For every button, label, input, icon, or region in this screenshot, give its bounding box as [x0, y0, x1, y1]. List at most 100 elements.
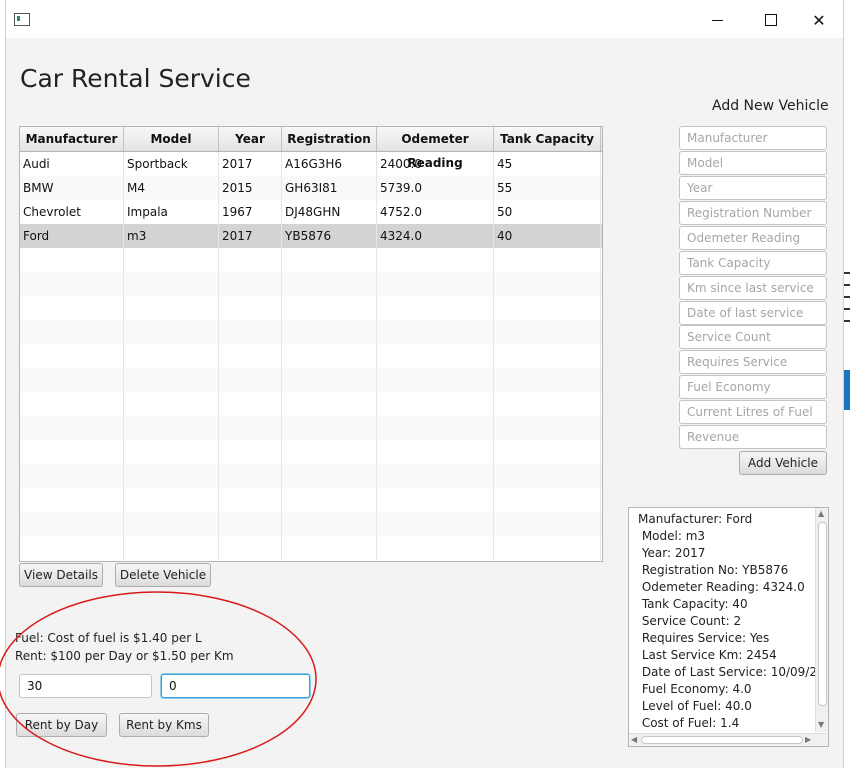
table-row[interactable] — [20, 344, 602, 368]
close-icon: ✕ — [812, 10, 826, 30]
table-cell-tank-capacity — [494, 320, 601, 344]
table-row[interactable] — [20, 416, 602, 440]
table-row[interactable] — [20, 320, 602, 344]
details-line: Level of Fuel: 40.0 — [638, 699, 752, 713]
details-line: Cost of Fuel: 1.4 — [638, 716, 740, 730]
tank-capacity-field[interactable] — [679, 251, 827, 275]
date-of-last-service-field[interactable] — [679, 301, 827, 325]
year-field[interactable] — [679, 176, 827, 200]
column-header-model[interactable]: Model — [124, 127, 219, 151]
fuel-economy-field[interactable] — [679, 375, 827, 399]
view-details-button[interactable]: View Details — [19, 563, 103, 587]
table-cell-model — [124, 416, 219, 440]
service-count-field[interactable] — [679, 325, 827, 349]
table-cell-manufacturer — [20, 296, 124, 320]
table-cell-odometer — [377, 248, 494, 272]
column-header-tank-capacity[interactable]: Tank Capacity — [494, 127, 601, 151]
table-row[interactable] — [20, 296, 602, 320]
table-cell-odometer — [377, 416, 494, 440]
scroll-down-icon[interactable]: ▼ — [818, 720, 824, 729]
column-header-year[interactable]: Year — [219, 127, 282, 151]
table-cell-manufacturer — [20, 368, 124, 392]
table-cell-model: m3 — [124, 224, 219, 248]
revenue-field[interactable] — [679, 425, 827, 449]
table-cell-model — [124, 464, 219, 488]
vehicle-details-panel[interactable]: Manufacturer: Ford Model: m3 Year: 2017 … — [628, 507, 829, 747]
table-cell-model — [124, 512, 219, 536]
km-since-last-service-field[interactable] — [679, 276, 827, 300]
details-line: Service Count: 2 — [638, 614, 742, 628]
table-row[interactable] — [20, 464, 602, 488]
details-line: Manufacturer: Ford — [638, 512, 753, 526]
table-cell-manufacturer: BMW — [20, 176, 124, 200]
table-cell-odometer: 4752.0 — [377, 200, 494, 224]
scroll-left-icon[interactable]: ◀ — [631, 735, 637, 744]
minimize-icon — [711, 19, 723, 21]
table-cell-year — [219, 536, 282, 560]
table-cell-registration — [282, 296, 377, 320]
horizontal-scroll-thumb[interactable] — [641, 736, 803, 744]
vertical-scroll-thumb[interactable] — [818, 522, 827, 706]
table-row[interactable]: Chevrolet Impala 1967 DJ48GHN 4752.0 50 — [20, 200, 602, 224]
requires-service-field[interactable] — [679, 350, 827, 374]
table-row[interactable] — [20, 272, 602, 296]
table-row[interactable]: Audi Sportback 2017 A16G3H6 2400.0 45 — [20, 152, 602, 176]
model-field[interactable] — [679, 151, 827, 175]
registration-number-field[interactable] — [679, 201, 827, 225]
details-line: Year: 2017 — [638, 546, 706, 560]
table-cell-registration — [282, 488, 377, 512]
table-cell-manufacturer — [20, 512, 124, 536]
column-header-registration[interactable]: Registration — [282, 127, 377, 151]
column-header-odometer[interactable]: Odemeter Reading — [377, 127, 494, 170]
table-row[interactable] — [20, 248, 602, 272]
table-cell-registration — [282, 368, 377, 392]
table-cell-tank-capacity — [494, 440, 601, 464]
table-cell-year — [219, 440, 282, 464]
close-button[interactable]: ✕ — [796, 6, 842, 34]
table-cell-model: M4 — [124, 176, 219, 200]
table-cell-model — [124, 344, 219, 368]
table-cell-model — [124, 248, 219, 272]
table-row[interactable]: BMW M4 2015 GH63I81 5739.0 55 — [20, 176, 602, 200]
maximize-icon — [765, 14, 777, 26]
table-cell-manufacturer — [20, 320, 124, 344]
odometer-reading-field[interactable] — [679, 226, 827, 250]
table-cell-tank-capacity — [494, 272, 601, 296]
table-row[interactable] — [20, 392, 602, 416]
table-cell-model — [124, 536, 219, 560]
vehicle-table[interactable]: Manufacturer Model Year Registration Ode… — [19, 126, 603, 562]
details-line: Registration No: YB5876 — [638, 563, 789, 577]
table-row[interactable] — [20, 488, 602, 512]
table-cell-manufacturer — [20, 416, 124, 440]
table-cell-model — [124, 440, 219, 464]
table-row[interactable]: Ford m3 2017 YB5876 4324.0 40 — [20, 224, 602, 248]
table-cell-year — [219, 344, 282, 368]
scroll-up-icon[interactable]: ▲ — [818, 509, 824, 518]
column-header-manufacturer[interactable]: Manufacturer — [20, 127, 124, 151]
maximize-button[interactable] — [748, 6, 794, 34]
table-cell-registration: YB5876 — [282, 224, 377, 248]
table-cell-manufacturer — [20, 488, 124, 512]
add-vehicle-button[interactable]: Add Vehicle — [739, 451, 827, 475]
table-row[interactable] — [20, 536, 602, 560]
details-horizontal-scrollbar[interactable]: ◀ ▶ — [629, 733, 828, 746]
details-vertical-scrollbar[interactable]: ▲ ▼ — [815, 508, 828, 732]
table-cell-registration — [282, 512, 377, 536]
table-cell-odometer — [377, 272, 494, 296]
table-row[interactable] — [20, 512, 602, 536]
table-header: Manufacturer Model Year Registration Ode… — [20, 127, 602, 170]
manufacturer-field[interactable] — [679, 126, 827, 150]
details-line: Date of Last Service: 10/09/2017 — [638, 665, 829, 679]
table-row[interactable] — [20, 440, 602, 464]
table-cell-tank-capacity — [494, 416, 601, 440]
table-cell-odometer — [377, 320, 494, 344]
table-cell-year: 1967 — [219, 200, 282, 224]
table-cell-year — [219, 368, 282, 392]
table-row[interactable] — [20, 368, 602, 392]
delete-vehicle-button[interactable]: Delete Vehicle — [115, 563, 211, 587]
current-litres-of-fuel-field[interactable] — [679, 400, 827, 424]
table-cell-odometer — [377, 440, 494, 464]
minimize-button[interactable] — [694, 6, 740, 34]
table-cell-model — [124, 296, 219, 320]
scroll-right-icon[interactable]: ▶ — [805, 735, 811, 744]
